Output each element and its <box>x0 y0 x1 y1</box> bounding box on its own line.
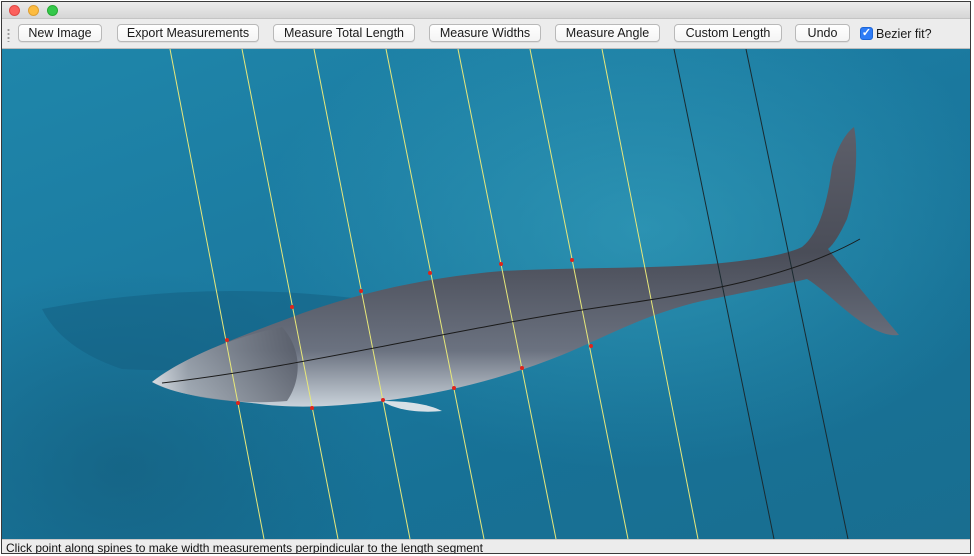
measure-angle-button[interactable]: Measure Angle <box>555 24 660 42</box>
measurement-point[interactable] <box>359 289 363 293</box>
measurement-point[interactable] <box>499 262 503 266</box>
measurement-point[interactable] <box>428 271 432 275</box>
measure-total-length-button[interactable]: Measure Total Length <box>273 24 415 42</box>
checkmark-icon: ✓ <box>861 27 872 39</box>
toolbar-grip-icon[interactable] <box>7 28 10 42</box>
export-measurements-button[interactable]: Export Measurements <box>117 24 259 42</box>
custom-length-button[interactable]: Custom Length <box>674 24 782 42</box>
image-canvas[interactable] <box>2 49 970 539</box>
toolbar: New Image Export Measurements Measure To… <box>2 19 970 49</box>
measurement-point[interactable] <box>570 258 574 262</box>
measure-widths-button[interactable]: Measure Widths <box>429 24 541 42</box>
new-image-button[interactable]: New Image <box>18 24 102 42</box>
zoom-window-button[interactable] <box>47 5 58 16</box>
bezier-fit-label: Bezier fit? <box>876 27 932 41</box>
status-bar: Click point along spines to make width m… <box>2 539 970 554</box>
close-window-button[interactable] <box>9 5 20 16</box>
status-message: Click point along spines to make width m… <box>6 541 483 554</box>
app-window: New Image Export Measurements Measure To… <box>1 1 971 554</box>
measurement-point[interactable] <box>225 338 229 342</box>
measurement-point[interactable] <box>589 344 593 348</box>
measurement-overlay <box>42 49 899 539</box>
measurement-point[interactable] <box>310 406 314 410</box>
measurement-point[interactable] <box>452 386 456 390</box>
measurement-point[interactable] <box>236 401 240 405</box>
minimize-window-button[interactable] <box>28 5 39 16</box>
title-bar <box>2 2 970 19</box>
measurement-point[interactable] <box>290 305 294 309</box>
bezier-fit-checkbox[interactable]: ✓ <box>860 27 873 40</box>
whale-flipper <box>382 401 442 412</box>
measurement-point[interactable] <box>381 398 385 402</box>
undo-button[interactable]: Undo <box>795 24 850 42</box>
measurement-point[interactable] <box>520 366 524 370</box>
